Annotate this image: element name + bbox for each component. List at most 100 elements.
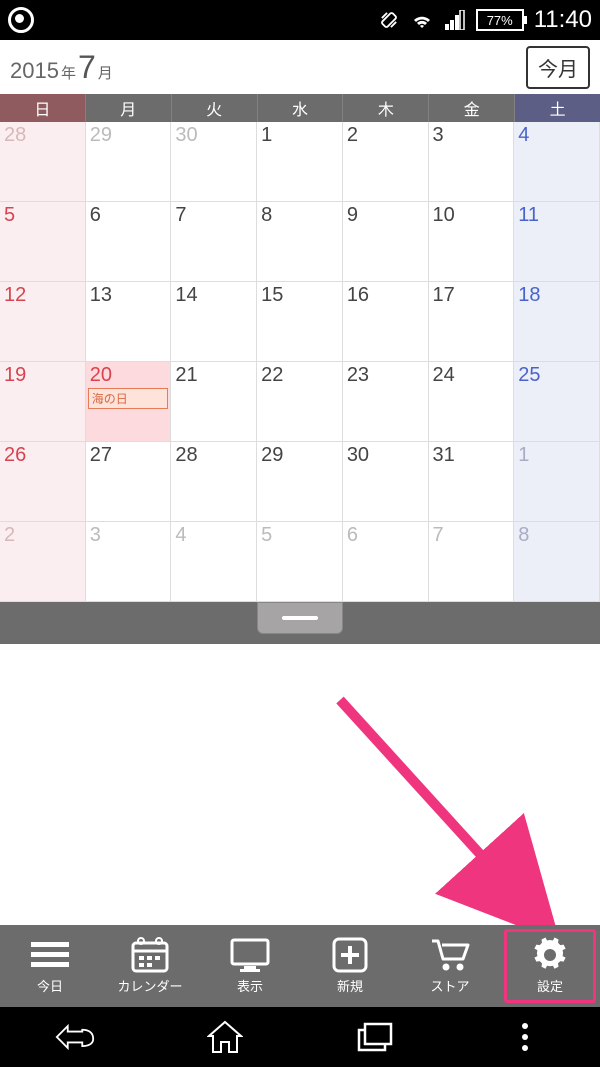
calendar-day-cell[interactable]: 4 [514, 122, 600, 202]
cart-icon [430, 937, 470, 973]
calendar-day-cell[interactable]: 24 [429, 362, 515, 442]
vibrate-icon [378, 9, 400, 31]
day-number: 23 [347, 364, 424, 387]
calendar-day-cell[interactable]: 1 [514, 442, 600, 522]
calendar-day-cell[interactable]: 28 [171, 442, 257, 522]
settings-button[interactable]: 設定 [500, 925, 600, 1007]
day-number: 13 [90, 284, 167, 307]
menu-button[interactable] [505, 1017, 545, 1057]
calendar-day-cell[interactable]: 29 [257, 442, 343, 522]
this-month-button[interactable]: 今月 [526, 46, 590, 89]
calendar-day-cell[interactable]: 30 [343, 442, 429, 522]
calendar-day-cell[interactable]: 7 [171, 202, 257, 282]
day-number: 19 [4, 364, 81, 387]
day-number: 2 [347, 124, 424, 147]
day-number: 15 [261, 284, 338, 307]
day-number: 14 [175, 284, 252, 307]
day-number: 5 [4, 204, 81, 227]
day-number: 28 [175, 444, 252, 467]
day-header: 木 [343, 94, 429, 122]
plus-icon [330, 937, 370, 973]
calendar-day-cell[interactable]: 22 [257, 362, 343, 442]
calendar-day-cell[interactable]: 5 [257, 522, 343, 602]
calendar-day-cell[interactable]: 8 [257, 202, 343, 282]
day-number: 29 [261, 444, 338, 467]
calendar-day-cell[interactable]: 21 [171, 362, 257, 442]
toolbar-label: 設定 [537, 976, 563, 995]
day-number: 11 [518, 204, 595, 227]
day-number: 17 [433, 284, 510, 307]
bottom-toolbar: 今日 カレンダー表示新規 ストア 設定 [0, 925, 600, 1007]
calendar-button[interactable]: カレンダー [100, 925, 200, 1007]
calendar-day-cell[interactable]: 12 [0, 282, 86, 362]
calendar-day-cell[interactable]: 17 [429, 282, 515, 362]
day-number: 4 [175, 524, 252, 547]
monitor-icon [230, 937, 270, 973]
calendar-day-cell[interactable]: 18 [514, 282, 600, 362]
calendar-day-cell[interactable]: 13 [86, 282, 172, 362]
day-number: 27 [90, 444, 167, 467]
calendar-day-cell[interactable]: 26 [0, 442, 86, 522]
calendar-day-cell[interactable]: 9 [343, 202, 429, 282]
new-button[interactable]: 新規 [300, 925, 400, 1007]
calendar-day-cell[interactable]: 28 [0, 122, 86, 202]
toolbar-label: 新規 [337, 976, 363, 995]
day-number: 3 [433, 124, 510, 147]
calendar-day-cell[interactable]: 11 [514, 202, 600, 282]
calendar-day-cell[interactable]: 19 [0, 362, 86, 442]
day-number: 6 [347, 524, 424, 547]
today-button[interactable]: 今日 [0, 925, 100, 1007]
drag-handle[interactable] [257, 602, 343, 634]
store-button[interactable]: ストア [400, 925, 500, 1007]
calendar-day-cell[interactable]: 15 [257, 282, 343, 362]
day-number: 31 [433, 444, 510, 467]
day-number: 20 [90, 364, 167, 387]
day-number: 2 [4, 524, 81, 547]
day-header: 水 [258, 94, 344, 122]
signal-icon [444, 10, 466, 30]
app-logo-icon [8, 7, 34, 33]
day-number: 18 [518, 284, 595, 307]
system-nav-bar [0, 1007, 600, 1067]
calendar-day-cell[interactable]: 31 [429, 442, 515, 522]
calendar-day-cell[interactable]: 6 [86, 202, 172, 282]
view-button[interactable]: 表示 [200, 925, 300, 1007]
calendar-day-cell[interactable]: 6 [343, 522, 429, 602]
calendar-day-cell[interactable]: 20海の日 [86, 362, 172, 442]
day-number: 25 [518, 364, 595, 387]
day-number: 10 [433, 204, 510, 227]
calendar-day-cell[interactable]: 30 [171, 122, 257, 202]
toolbar-label: カレンダー [117, 976, 182, 995]
toolbar-label: 今日 [37, 976, 63, 995]
calendar-day-cell[interactable]: 23 [343, 362, 429, 442]
day-number: 24 [433, 364, 510, 387]
calendar-day-cell[interactable]: 8 [514, 522, 600, 602]
day-number: 26 [4, 444, 81, 467]
calendar-day-cell[interactable]: 10 [429, 202, 515, 282]
calendar-day-cell[interactable]: 1 [257, 122, 343, 202]
day-number: 30 [175, 124, 252, 147]
calendar-day-cell[interactable]: 25 [514, 362, 600, 442]
day-number: 5 [261, 524, 338, 547]
calendar-day-cell[interactable]: 16 [343, 282, 429, 362]
calendar-day-cell[interactable]: 5 [0, 202, 86, 282]
status-bar: 77% 11:40 [0, 0, 600, 40]
calendar-day-cell[interactable]: 4 [171, 522, 257, 602]
calendar-day-cell[interactable]: 2 [343, 122, 429, 202]
back-button[interactable] [55, 1017, 95, 1057]
event-label: 海の日 [88, 388, 169, 409]
calendar-day-cell[interactable]: 3 [429, 122, 515, 202]
grid-footer-bar [0, 602, 600, 644]
calendar-day-cell[interactable]: 2 [0, 522, 86, 602]
day-header: 土 [515, 94, 600, 122]
home-button[interactable] [205, 1017, 245, 1057]
day-number: 29 [90, 124, 167, 147]
day-number: 8 [261, 204, 338, 227]
calendar-day-cell[interactable]: 29 [86, 122, 172, 202]
toolbar-label: ストア [430, 976, 469, 995]
calendar-day-cell[interactable]: 27 [86, 442, 172, 522]
calendar-day-cell[interactable]: 14 [171, 282, 257, 362]
calendar-day-cell[interactable]: 7 [429, 522, 515, 602]
recent-button[interactable] [355, 1017, 395, 1057]
calendar-day-cell[interactable]: 3 [86, 522, 172, 602]
